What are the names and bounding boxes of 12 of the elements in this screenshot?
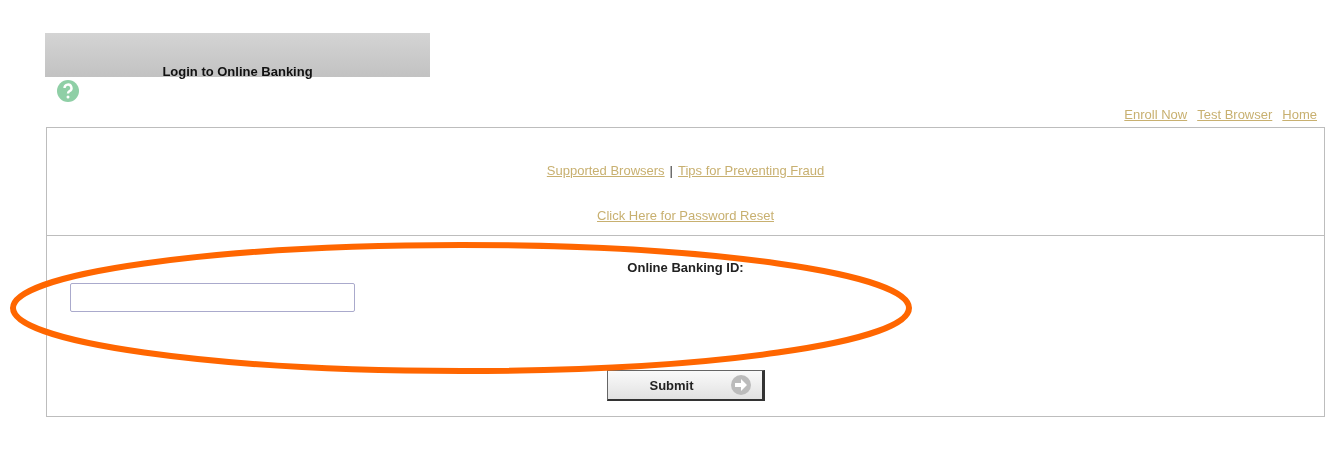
page-title: Login to Online Banking — [162, 64, 313, 79]
nav-link[interactable]: Test Browser — [1197, 107, 1273, 125]
help-icon[interactable] — [56, 79, 80, 103]
input-field[interactable] — [70, 283, 355, 312]
nav-link[interactable]: Home — [1282, 107, 1317, 125]
info-link[interactable]: Supported Browsers — [546, 163, 665, 178]
info-link[interactable]: Tips for Preventing Fraud — [678, 163, 825, 178]
password-reset-link[interactable]: Click Here for Password Reset — [597, 208, 774, 223]
nav-link[interactable]: Enroll Now — [1124, 107, 1188, 125]
field-label: Online Banking ID: — [627, 260, 744, 275]
link-separator: | — [669, 163, 673, 178]
submit-button[interactable]: Submit — [606, 370, 765, 401]
